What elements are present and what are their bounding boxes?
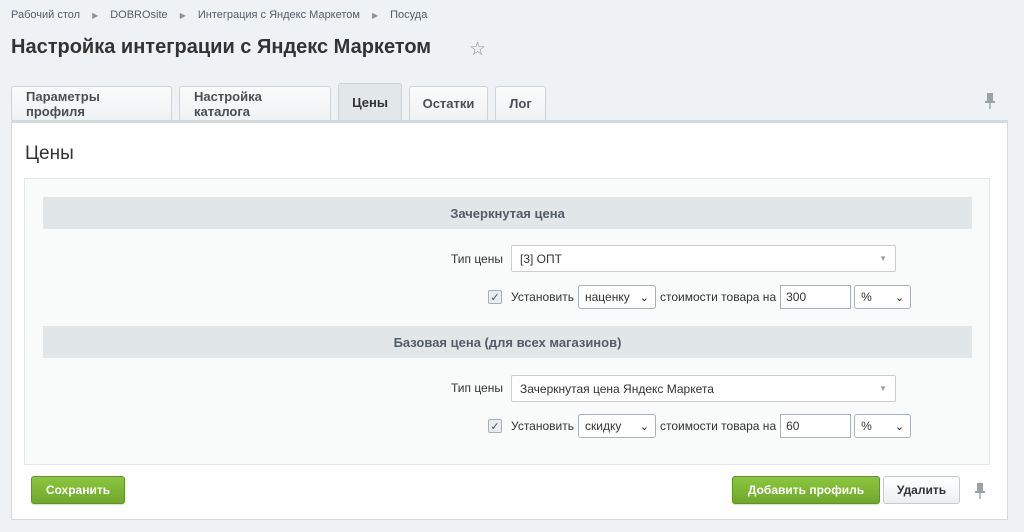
pin-icon[interactable] <box>983 92 997 110</box>
price-type-select[interactable]: [3] ОПТ ▼ <box>511 245 896 272</box>
set-label: Установить <box>511 419 574 433</box>
pin-icon[interactable] <box>973 482 987 500</box>
add-profile-button[interactable]: Добавить профиль <box>732 476 880 504</box>
chevron-down-icon: ⌄ <box>639 420 649 433</box>
dropdown-arrow-icon: ▼ <box>879 384 887 393</box>
price-type-value: Зачеркнутая цена Яндекс Маркета <box>520 381 714 396</box>
group-heading-base-price: Базовая цена (для всех магазинов) <box>43 326 972 358</box>
amount-input[interactable]: 60 <box>780 414 852 438</box>
unit-select[interactable]: % ⌄ <box>854 414 912 438</box>
price-type-value: [3] ОПТ <box>520 251 562 266</box>
chevron-down-icon: ⌄ <box>894 420 905 433</box>
unit-value: % <box>861 290 872 304</box>
tab-profile-params[interactable]: Параметры профиля <box>11 86 172 120</box>
of-price-label: стоимости товара на <box>659 419 777 433</box>
tab-prices[interactable]: Цены <box>338 83 402 120</box>
chevron-right-icon: ▶ <box>92 10 99 20</box>
chevron-down-icon: ⌄ <box>894 291 905 304</box>
discount-row: ✓ Установить скидку ⌄ стоимости товара н… <box>488 414 912 438</box>
prices-form: Зачеркнутая цена Тип цены [3] ОПТ ▼ ✓ Ус… <box>24 178 990 465</box>
star-icon[interactable]: ☆ <box>469 38 486 61</box>
price-type-label: Тип цены <box>450 252 503 266</box>
mode-select[interactable]: скидку ⌄ <box>577 414 656 438</box>
breadcrumb: Рабочий стол ▶ DOBROsite ▶ Интеграция с … <box>11 9 427 21</box>
breadcrumb-item-site[interactable]: DOBROsite <box>110 9 167 21</box>
page-title: Настройка интеграции с Яндекс Маркетом <box>11 36 432 58</box>
dropdown-arrow-icon: ▼ <box>879 254 887 263</box>
tab-stock[interactable]: Остатки <box>409 86 488 120</box>
amount-input[interactable]: 300 <box>780 285 852 309</box>
price-type-select[interactable]: Зачеркнутая цена Яндекс Маркета ▼ <box>511 375 896 402</box>
delete-button[interactable]: Удалить <box>883 476 960 504</box>
chevron-right-icon: ▶ <box>371 10 379 20</box>
section-title: Цены <box>25 143 74 164</box>
group-heading-strikethrough: Зачеркнутая цена <box>43 197 972 229</box>
mode-value: скидку <box>584 419 622 433</box>
tab-catalog-settings[interactable]: Настройка каталога <box>179 86 331 120</box>
mode-select[interactable]: наценку ⌄ <box>577 285 656 309</box>
breadcrumb-item-desktop[interactable]: Рабочий стол <box>11 9 80 21</box>
main-panel: Цены Зачеркнутая цена Тип цены [3] ОПТ ▼… <box>11 120 1008 520</box>
breadcrumb-item-current[interactable]: Посуда <box>390 9 427 21</box>
price-type-label: Тип цены <box>450 381 503 395</box>
save-button[interactable]: Сохранить <box>31 476 125 504</box>
unit-select[interactable]: % ⌄ <box>854 285 912 309</box>
tab-bar: Параметры профиля Настройка каталога Цен… <box>11 83 553 120</box>
chevron-right-icon: ▶ <box>179 10 186 20</box>
set-checkbox[interactable]: ✓ <box>488 290 502 304</box>
markup-row: ✓ Установить наценку ⌄ стоимости товара … <box>488 285 912 309</box>
set-checkbox[interactable]: ✓ <box>488 419 502 433</box>
set-label: Установить <box>511 290 574 304</box>
chevron-down-icon: ⌄ <box>639 291 649 304</box>
mode-value: наценку <box>584 290 630 304</box>
breadcrumb-item-integration[interactable]: Интеграция с Яндекс Маркетом <box>198 9 360 21</box>
unit-value: % <box>861 419 872 433</box>
of-price-label: стоимости товара на <box>659 290 777 304</box>
tab-log[interactable]: Лог <box>495 86 546 120</box>
